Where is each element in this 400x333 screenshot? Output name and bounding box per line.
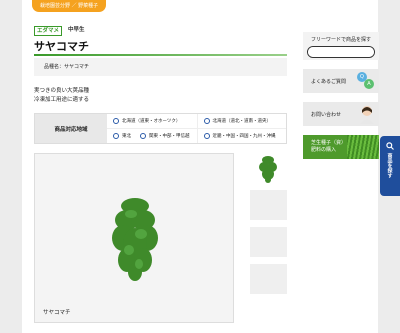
purchase-line: 肥料の購入 [311,147,337,153]
contact-label: お問い合わせ [311,111,342,118]
page-container: 栽培園芸分野 ／ 野菜種子 エダマメ 中早生 サヤコマチ 品種名：サヤコマチ 実… [22,0,379,333]
title-underline [34,54,287,56]
description-line: 冷凍加工用途に適する [34,97,90,103]
thumbnail[interactable] [250,190,287,220]
freeword-search: フリーワードで商品を探す 検索 [303,32,379,60]
grass-image [347,135,379,159]
qa-icon: QA [357,72,375,90]
tag-type: 中早生 [68,27,85,33]
contact-button[interactable]: お問い合わせ [303,102,379,126]
product-tags: エダマメ 中早生 [34,26,87,36]
edamame-plant-image [112,198,158,281]
operator-icon [360,106,374,124]
region-table: 商品対応地域 北海道（道東・オホーツク） 北海道（道北・道南・道央） 東北 関東… [34,113,287,144]
radio-icon [113,118,119,124]
region-option[interactable]: 東北 関東・中部・甲信越 [107,129,197,143]
purchase-button[interactable]: 芝生種子（資） 肥料の購入 [303,135,379,159]
radio-icon [203,133,210,139]
region-option-label: 東北 [122,134,131,139]
tag-brand: エダマメ [34,26,63,36]
thumbnail[interactable] [250,227,287,257]
thumbnail-list [250,153,287,301]
region-option-label: 関東・中部・甲信越 [149,134,190,139]
radio-icon [140,133,146,139]
region-option[interactable]: 近畿・中国・四国・九州・沖縄 [196,129,287,143]
floating-label: 商品を探す [386,153,393,178]
radio-icon [203,118,210,124]
floating-search-button[interactable]: 商品を探す [380,136,400,196]
page-title: サヤコマチ [34,40,89,53]
region-label: 商品対応地域 [35,114,107,143]
edamame-thumbnail-image [259,156,277,183]
purchase-line: 芝生種子（資） [311,140,347,146]
region-option[interactable]: 北海道（道北・道南・道央） [196,114,286,129]
thumbnail[interactable] [250,153,287,183]
product-description: 実つきの良い大莢品種 冷凍加工用途に適する [34,87,89,105]
breadcrumb[interactable]: 栽培園芸分野 ／ 野菜種子 [32,0,107,12]
radio-icon [113,133,119,139]
search-icon [386,142,394,150]
search-row: 検索 [307,46,375,58]
product-name-box: 品種名：サヤコマチ [34,58,287,76]
region-option-label: 北海道（道東・オホーツク） [122,119,181,124]
sidebar: フリーワードで商品を探す 検索 よくあるご質問 QA お問い合わせ 芝生種子（資… [303,32,379,159]
thumbnail[interactable] [250,264,287,294]
description-line: 実つきの良い大莢品種 [34,88,90,94]
product-main-image: サヤコマチ [34,153,234,323]
freeword-label: フリーワードで商品を探す [310,37,371,43]
region-option-label: 北海道（道北・道南・道央） [212,119,272,124]
faq-label: よくあるご質問 [311,78,347,85]
region-options: 北海道（道東・オホーツク） 北海道（道北・道南・道央） 東北 関東・中部・甲信越… [107,114,286,143]
image-caption: サヤコマチ [43,310,71,316]
region-option-label: 近畿・中国・四国・九州・沖縄 [212,134,276,139]
faq-button[interactable]: よくあるご質問 QA [303,69,379,93]
search-input[interactable] [308,47,374,57]
region-option[interactable]: 北海道（道東・オホーツク） [107,114,197,129]
